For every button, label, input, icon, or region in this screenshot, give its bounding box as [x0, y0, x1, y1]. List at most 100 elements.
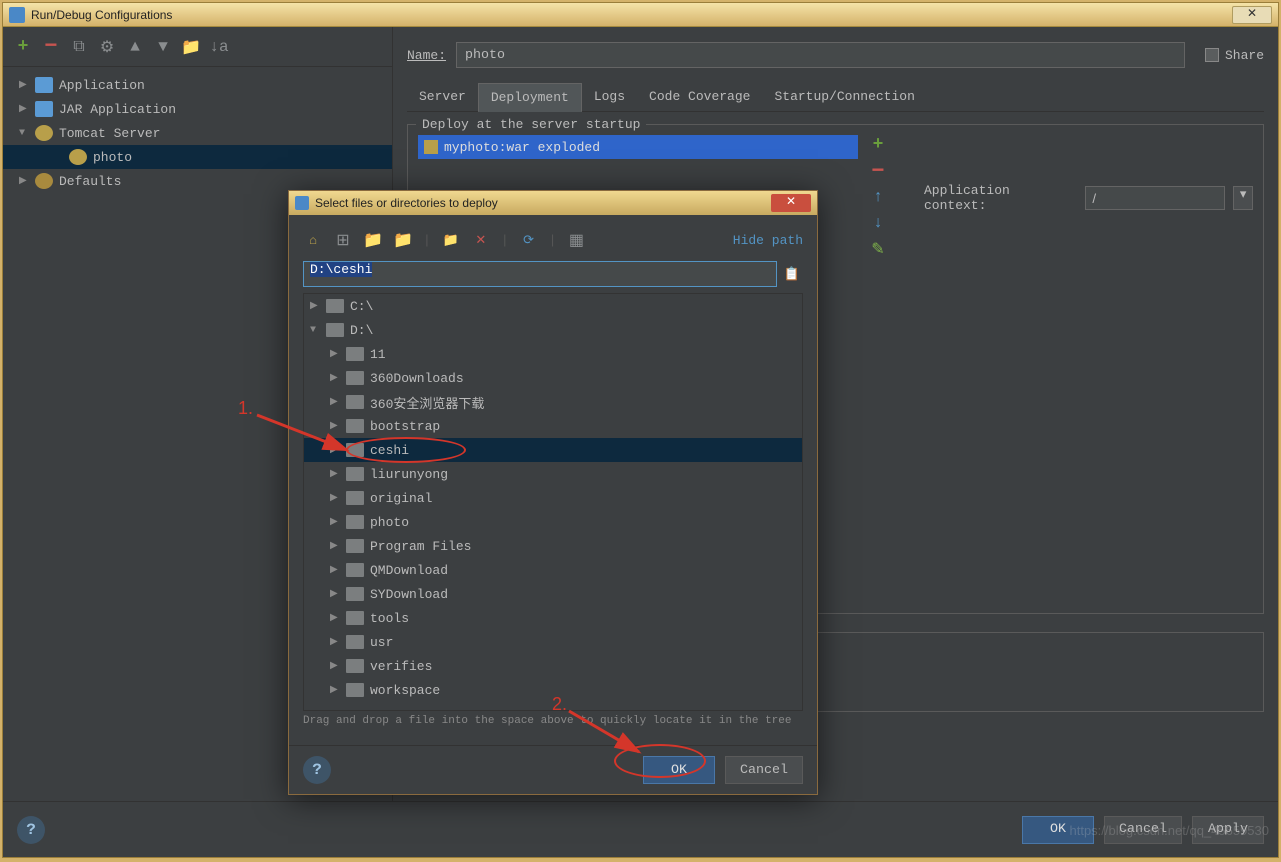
folder-item[interactable]: ▶360安全浏览器下载 — [304, 390, 802, 414]
tree-label: Defaults — [59, 174, 121, 189]
watermark: https://blog.csdn.net/qq_45659530 — [1070, 823, 1270, 838]
delete-icon[interactable]: ✕ — [471, 230, 491, 250]
modal-body: ⌂ ⊞ 📁 📁 | 📁 ✕ | ⟳ | ▦ Hide path D:\ceshi… — [289, 215, 817, 745]
help-icon[interactable]: ? — [303, 756, 331, 784]
file-tree[interactable]: ▶ C:\ ▼ D:\ ▶11▶360Downloads▶360安全浏览器下载▶… — [303, 293, 803, 711]
project-icon[interactable]: 📁 — [363, 230, 383, 250]
chevron-down-icon: ▼ — [310, 325, 322, 336]
tab-bar: Server Deployment Logs Code Coverage Sta… — [407, 83, 1264, 112]
chevron-down-icon[interactable]: ▾ — [1233, 186, 1253, 210]
checkbox-icon[interactable] — [1205, 48, 1219, 62]
folder-item[interactable]: ▶ 11 — [304, 342, 802, 366]
chevron-right-icon: ▶ — [330, 516, 342, 528]
desktop-icon[interactable]: ⊞ — [333, 230, 353, 250]
folder-item[interactable]: ▶liurunyong — [304, 462, 802, 486]
folder-icon — [346, 635, 364, 649]
modal-ok-button[interactable]: OK — [643, 756, 715, 784]
remove-artifact-icon[interactable]: − — [868, 161, 888, 181]
folder-icon[interactable]: 📁 — [181, 37, 201, 57]
new-folder-icon[interactable]: 📁 — [441, 230, 461, 250]
drag-hint: Drag and drop a file into the space abov… — [303, 711, 803, 735]
name-input[interactable] — [456, 42, 1185, 68]
folder-label: tools — [370, 611, 409, 626]
tree-jar-application[interactable]: ▶ JAR Application — [3, 97, 392, 121]
folder-icon — [346, 611, 364, 625]
down-icon[interactable]: ▼ — [153, 37, 173, 57]
move-up-icon[interactable]: ↑ — [868, 187, 888, 207]
deploy-actions: + − ↑ ↓ ✎ — [864, 135, 888, 259]
edit-icon[interactable]: ✎ — [868, 239, 888, 259]
chevron-right-icon: ▶ — [330, 540, 342, 552]
folder-item[interactable]: ▶original — [304, 486, 802, 510]
remove-icon[interactable]: − — [41, 37, 61, 57]
add-icon[interactable]: + — [13, 37, 33, 57]
folder-label: SYDownload — [370, 587, 448, 602]
settings-icon[interactable]: ⚙ — [97, 37, 117, 57]
copy-icon[interactable]: ⧉ — [69, 37, 89, 57]
path-input[interactable]: D:\ceshi — [303, 261, 777, 287]
folder-label: verifies — [370, 659, 432, 674]
tomcat-icon — [69, 149, 87, 165]
folder-item[interactable]: ▶bootstrap — [304, 414, 802, 438]
tree-tomcat-server[interactable]: ▼ Tomcat Server — [3, 121, 392, 145]
modal-footer: ? OK Cancel — [289, 745, 817, 794]
chevron-right-icon: ▶ — [330, 420, 342, 432]
folder-item[interactable]: ▶QMDownload — [304, 558, 802, 582]
chevron-right-icon: ▶ — [330, 348, 342, 360]
up-icon[interactable]: ▲ — [125, 37, 145, 57]
tab-server[interactable]: Server — [407, 83, 478, 111]
folder-item[interactable]: ▶ SYDownload — [304, 582, 802, 606]
folder-icon — [346, 371, 364, 385]
folder-label: QMDownload — [370, 563, 448, 578]
drive-label: D:\ — [350, 323, 373, 338]
deploy-item[interactable]: myphoto:war exploded — [418, 135, 858, 159]
tab-logs[interactable]: Logs — [582, 83, 637, 111]
folder-item[interactable]: ▶ workspace — [304, 678, 802, 702]
folder-icon — [346, 683, 364, 697]
folder-item[interactable]: ▶ceshi — [304, 438, 802, 462]
gear-icon — [35, 173, 53, 189]
folder-item[interactable]: ▶360Downloads — [304, 366, 802, 390]
tree-label: JAR Application — [59, 102, 176, 117]
drive-d[interactable]: ▼ D:\ — [304, 318, 802, 342]
share-checkbox[interactable]: Share — [1205, 48, 1264, 63]
tab-code-coverage[interactable]: Code Coverage — [637, 83, 762, 111]
folder-icon — [346, 347, 364, 361]
tab-startup-connection[interactable]: Startup/Connection — [762, 83, 926, 111]
modal-toolbar: ⌂ ⊞ 📁 📁 | 📁 ✕ | ⟳ | ▦ Hide path — [303, 225, 803, 255]
folder-label: workspace — [370, 683, 440, 698]
close-icon[interactable]: ✕ — [771, 194, 811, 212]
move-down-icon[interactable]: ↓ — [868, 213, 888, 233]
folder-item[interactable]: ▶usr — [304, 630, 802, 654]
name-row: Name: Share — [407, 37, 1264, 73]
folder-item[interactable]: ▶verifies — [304, 654, 802, 678]
chevron-right-icon: ▶ — [19, 79, 31, 91]
add-artifact-icon[interactable]: + — [868, 135, 888, 155]
folder-item[interactable]: ▶tools — [304, 606, 802, 630]
tree-application[interactable]: ▶ Application — [3, 73, 392, 97]
folder-item[interactable]: ▶ Program Files — [304, 534, 802, 558]
chevron-right-icon: ▶ — [330, 684, 342, 696]
folder-label: Program Files — [370, 539, 471, 554]
refresh-icon[interactable]: ⟳ — [519, 230, 539, 250]
tab-deployment[interactable]: Deployment — [478, 83, 582, 112]
close-icon[interactable]: ✕ — [1232, 6, 1272, 24]
tree-photo[interactable]: photo — [3, 145, 392, 169]
folder-label: 11 — [370, 347, 386, 362]
help-icon[interactable]: ? — [17, 816, 45, 844]
drive-c[interactable]: ▶ C:\ — [304, 294, 802, 318]
chevron-right-icon: ▶ — [330, 468, 342, 480]
folder-item[interactable]: ▶photo — [304, 510, 802, 534]
sort-icon[interactable]: ↓a — [209, 37, 229, 57]
history-icon[interactable]: 📋 — [781, 261, 803, 287]
show-hidden-icon[interactable]: ▦ — [566, 230, 586, 250]
module-icon[interactable]: 📁 — [393, 230, 413, 250]
folder-icon — [346, 515, 364, 529]
context-input[interactable] — [1085, 186, 1225, 210]
hide-path-link[interactable]: Hide path — [733, 233, 803, 248]
modal-cancel-button[interactable]: Cancel — [725, 756, 803, 784]
chevron-right-icon: ▶ — [330, 588, 342, 600]
titlebar-text: Run/Debug Configurations — [31, 8, 1232, 22]
tree-label: Application — [59, 78, 145, 93]
home-icon[interactable]: ⌂ — [303, 230, 323, 250]
